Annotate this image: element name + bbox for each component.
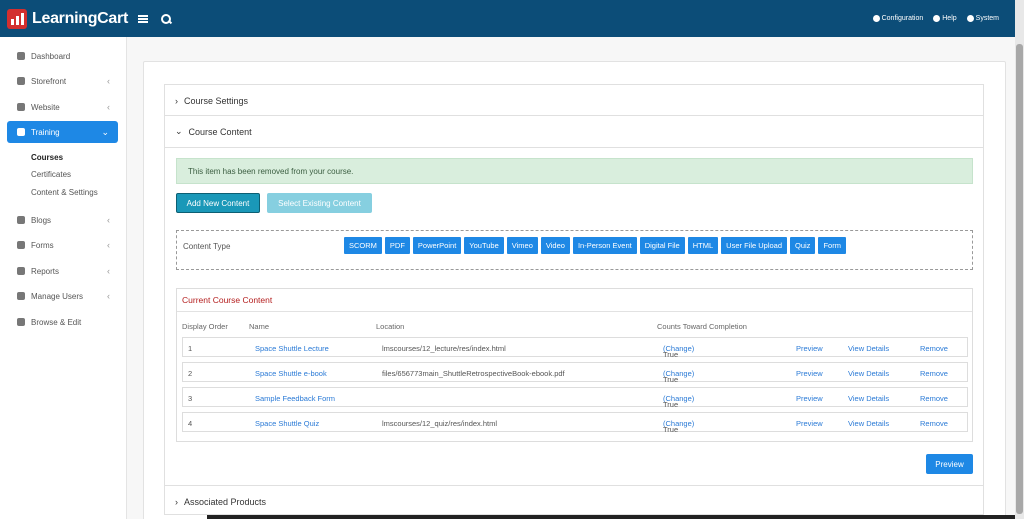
menu-toggle-icon[interactable]	[137, 14, 148, 23]
select-existing-content-button[interactable]: Select Existing Content	[267, 193, 372, 213]
preview-course-button[interactable]: Preview	[926, 454, 973, 474]
type-powerpoint-button[interactable]: PowerPoint	[412, 237, 462, 254]
dollar-icon	[17, 77, 25, 85]
accordion-associated-products[interactable]: › Associated Products	[164, 485, 984, 515]
chevron-right-icon: ›	[175, 95, 178, 106]
website-icon	[17, 103, 25, 111]
column-header-location: Location	[376, 322, 405, 331]
type-digital-file-button[interactable]: Digital File	[639, 237, 685, 254]
logo-bars-icon	[7, 8, 27, 29]
current-content-title: Current Course Content	[182, 295, 273, 305]
table-row: 1 Space Shuttle Lecture lmscourses/12_le…	[182, 337, 968, 359]
column-header-name: Name	[249, 322, 270, 331]
table-row: 4 Space Shuttle Quiz lmscourses/12_quiz/…	[182, 412, 968, 434]
sidebar-subitem-courses[interactable]: Courses	[31, 153, 63, 162]
chevron-left-icon: ‹	[107, 266, 110, 276]
configuration-link[interactable]: Configuration	[872, 15, 923, 22]
sidebar-item-website[interactable]: Website ‹	[0, 96, 127, 118]
user-icon	[966, 15, 974, 22]
chevron-right-icon: ›	[175, 496, 178, 507]
column-header-counts: Counts Toward Completion	[657, 322, 747, 331]
brand-name: LearningCart	[32, 9, 128, 27]
dashboard-icon	[17, 52, 25, 60]
content-type-label: Content Type	[183, 242, 231, 251]
chevron-left-icon: ‹	[107, 215, 110, 225]
users-icon	[17, 292, 25, 300]
remove-link[interactable]: Remove	[920, 369, 948, 378]
accordion-header-course-content[interactable]: ⌄ Course Content	[165, 116, 983, 147]
table-row: 2 Space Shuttle e-book files/656773main_…	[182, 362, 968, 384]
sidebar-item-training[interactable]: Training ⌄	[7, 121, 118, 143]
accordion-title: Course Settings	[184, 95, 249, 106]
add-new-content-button[interactable]: Add New Content	[176, 193, 260, 213]
view-details-link[interactable]: View Details	[848, 419, 889, 428]
chevron-down-icon: ⌄	[175, 126, 183, 136]
blogs-icon	[17, 216, 25, 224]
sidebar-item-blogs[interactable]: Blogs ‹	[0, 209, 127, 231]
system-link[interactable]: System	[966, 15, 999, 22]
scrollbar-thumb[interactable]	[1016, 44, 1023, 514]
view-details-link[interactable]: View Details	[848, 394, 889, 403]
content-type-box: Content Type SCORM PDF PowerPoint YouTub…	[176, 230, 973, 270]
preview-link[interactable]: Preview	[796, 394, 823, 403]
type-in-person-event-button[interactable]: In-Person Event	[572, 237, 637, 254]
graduation-cap-icon	[17, 128, 25, 136]
search-icon[interactable]	[160, 13, 171, 24]
type-user-file-upload-button[interactable]: User File Upload	[721, 237, 788, 254]
sidebar-item-browse-edit[interactable]: Browse & Edit	[0, 311, 127, 333]
preview-link[interactable]: Preview	[796, 344, 823, 353]
sidebar-subitem-certificates[interactable]: Certificates	[31, 170, 71, 179]
chevron-left-icon: ‹	[107, 102, 110, 112]
type-video-button[interactable]: Video	[540, 237, 570, 254]
content-name-link[interactable]: Space Shuttle Quiz	[255, 419, 319, 428]
cursor-icon	[17, 318, 25, 326]
type-quiz-button[interactable]: Quiz	[790, 237, 816, 254]
remove-link[interactable]: Remove	[920, 394, 948, 403]
brand-logo[interactable]: LearningCart	[7, 8, 128, 29]
content-type-buttons: SCORM PDF PowerPoint YouTube Vimeo Video…	[344, 237, 846, 254]
accordion-title: Associated Products	[184, 496, 267, 507]
view-details-link[interactable]: View Details	[848, 369, 889, 378]
chevron-left-icon: ‹	[107, 291, 110, 301]
remove-link[interactable]: Remove	[920, 419, 948, 428]
accordion-title: Course Content	[188, 126, 252, 137]
chevron-left-icon: ‹	[107, 76, 110, 86]
page-scrollbar[interactable]	[1015, 0, 1024, 519]
content-name-link[interactable]: Sample Feedback Form	[255, 394, 335, 403]
sidebar-item-forms[interactable]: Forms ‹	[0, 234, 127, 256]
content-name-link[interactable]: Space Shuttle Lecture	[255, 344, 329, 353]
preview-link[interactable]: Preview	[796, 369, 823, 378]
type-html-button[interactable]: HTML	[687, 237, 719, 254]
forms-icon	[17, 241, 25, 249]
type-pdf-button[interactable]: PDF	[384, 237, 410, 254]
sidebar-item-dashboard[interactable]: Dashboard	[0, 45, 127, 67]
type-youtube-button[interactable]: YouTube	[464, 237, 504, 254]
top-navbar: LearningCart Configuration Help System	[0, 0, 1015, 37]
sidebar-item-reports[interactable]: Reports ‹	[0, 260, 127, 282]
type-form-button[interactable]: Form	[818, 237, 846, 254]
sidebar: Dashboard Storefront ‹ Website ‹ Training ⌄…	[0, 37, 127, 519]
type-scorm-button[interactable]: SCORM	[344, 237, 382, 254]
sidebar-item-storefront[interactable]: Storefront ‹	[0, 70, 127, 92]
view-details-link[interactable]: View Details	[848, 344, 889, 353]
current-course-content-panel: Current Course Content Display Order Nam…	[176, 288, 973, 442]
content-name-link[interactable]: Space Shuttle e-book	[255, 369, 327, 378]
help-icon	[933, 15, 941, 22]
success-alert: This item has been removed from your cou…	[176, 158, 973, 184]
taskbar-edge	[207, 515, 1015, 519]
help-link[interactable]: Help	[933, 15, 957, 22]
type-vimeo-button[interactable]: Vimeo	[506, 237, 538, 254]
sidebar-subitem-content-settings[interactable]: Content & Settings	[31, 188, 98, 197]
chevron-down-icon: ⌄	[101, 126, 109, 137]
accordion-course-settings[interactable]: › Course Settings	[164, 84, 984, 116]
sidebar-item-manage-users[interactable]: Manage Users ‹	[0, 285, 127, 307]
preview-link[interactable]: Preview	[796, 419, 823, 428]
remove-link[interactable]: Remove	[920, 344, 948, 353]
chevron-left-icon: ‹	[107, 240, 110, 250]
chart-icon	[17, 267, 25, 275]
gear-icon	[872, 15, 880, 22]
column-header-order: Display Order	[182, 322, 228, 331]
top-links: Configuration Help System	[872, 15, 999, 22]
table-row: 3 Sample Feedback Form True (Change) Pre…	[182, 387, 968, 409]
